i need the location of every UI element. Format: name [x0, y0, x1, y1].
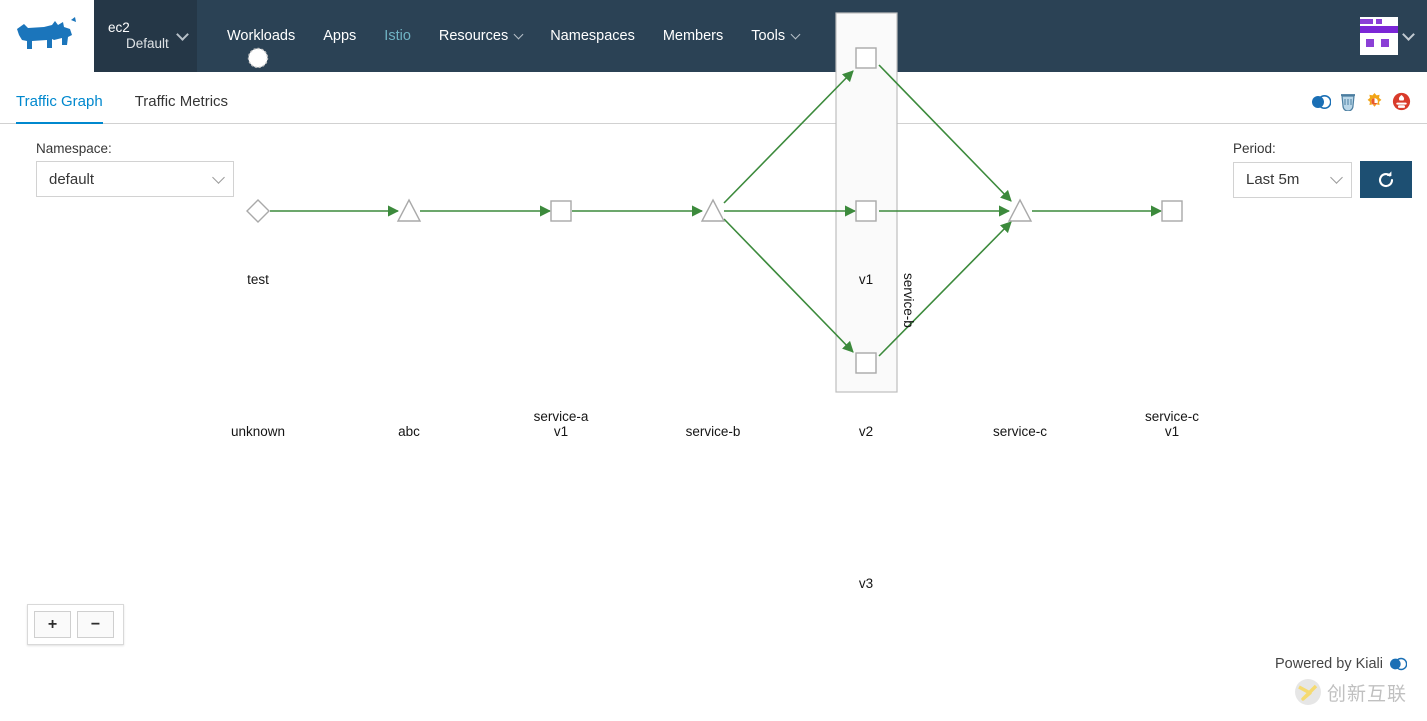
node-service-c[interactable]	[1007, 198, 1033, 222]
node-label-service-c: service-c	[992, 424, 1048, 439]
node-service-b[interactable]	[700, 198, 726, 222]
node-label-sb-v2: v2	[858, 424, 874, 439]
watermark-text: 创新互联	[1326, 682, 1407, 705]
node-label-sb-v3: v3	[858, 576, 874, 591]
kiali-icon	[1390, 657, 1407, 671]
node-label-test: test	[247, 272, 269, 287]
node-service-c-v1[interactable]	[1161, 200, 1183, 222]
zoom-controls: + −	[27, 604, 124, 645]
node-service-a-v1[interactable]	[550, 200, 572, 222]
node-service-b-v3[interactable]	[855, 352, 877, 374]
edge-service-b-v3[interactable]	[723, 218, 854, 353]
graph-svg	[246, 12, 1183, 393]
node-label-service-c-v1: service-c v1	[1144, 409, 1200, 439]
node-label-abc: abc	[398, 424, 420, 439]
powered-by-label: Powered by Kiali	[1275, 656, 1383, 672]
watermark-logo-icon	[1294, 679, 1321, 705]
node-service-b-v1[interactable]	[855, 47, 877, 69]
edge-v1-service-c[interactable]	[878, 64, 1012, 202]
zoom-in-button[interactable]: +	[34, 611, 71, 638]
namespace-group-label: service-b	[901, 273, 916, 328]
node-service-b-v2[interactable]	[855, 200, 877, 222]
powered-by-kiali: Powered by Kiali	[1275, 656, 1407, 672]
edge-service-b-v1[interactable]	[723, 70, 854, 204]
zoom-out-button[interactable]: −	[77, 611, 114, 638]
node-label-service-b: service-b	[685, 424, 741, 439]
edge-v3-service-c[interactable]	[878, 221, 1012, 357]
node-test[interactable]	[247, 47, 269, 69]
node-unknown[interactable]	[246, 199, 270, 223]
traffic-graph-canvas[interactable]: test unknown abc service-a v1 service-b …	[0, 12, 1427, 680]
node-label-sb-v1: v1	[858, 272, 874, 287]
site-watermark: 创新互联	[1294, 678, 1407, 706]
node-label-unknown: unknown	[230, 424, 286, 439]
node-abc[interactable]	[396, 198, 422, 222]
node-label-service-a-v1: service-a v1	[533, 409, 589, 439]
